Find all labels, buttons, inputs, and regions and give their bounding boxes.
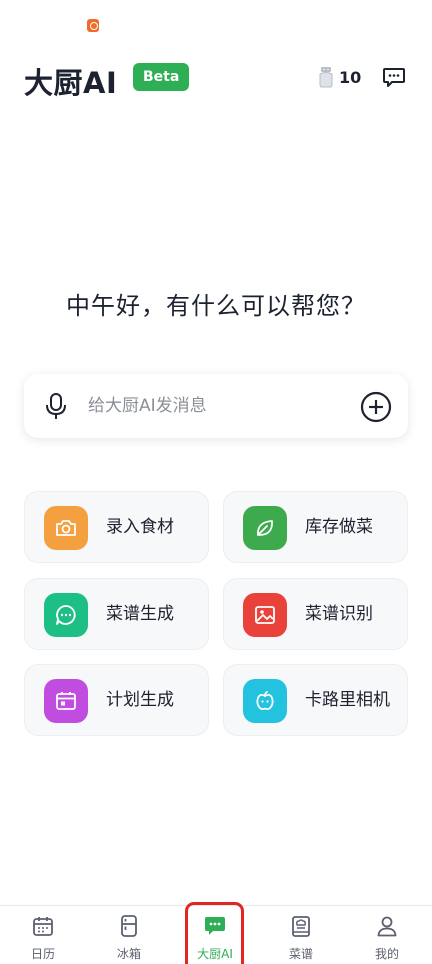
tab-fridge[interactable]: 冰箱 bbox=[86, 906, 172, 964]
tab-calendar[interactable]: 日历 bbox=[0, 906, 86, 964]
tab-label: 我的 bbox=[374, 947, 399, 961]
recipe-book-icon bbox=[292, 916, 310, 937]
salt-credit-button[interactable]: 10 bbox=[318, 64, 361, 90]
attach-button[interactable] bbox=[360, 391, 392, 423]
leaf-icon bbox=[243, 506, 287, 550]
profile-icon bbox=[377, 916, 397, 937]
image-icon bbox=[243, 593, 287, 637]
microphone-icon bbox=[46, 393, 66, 419]
chat-bubble-icon bbox=[44, 593, 88, 637]
salt-shaker-icon bbox=[319, 67, 333, 88]
feature-label: 计划生成 bbox=[106, 690, 174, 710]
active-tab-highlight bbox=[185, 902, 244, 964]
tab-label: 日历 bbox=[30, 947, 55, 961]
feature-cook-from-inventory[interactable]: 库存做菜 bbox=[223, 491, 408, 563]
messages-button[interactable] bbox=[382, 65, 406, 89]
message-input[interactable] bbox=[88, 392, 348, 420]
plus-circle-icon bbox=[360, 391, 392, 423]
feature-calorie-camera[interactable]: 卡路里相机 bbox=[223, 664, 408, 736]
tab-recipes[interactable]: 菜谱 bbox=[258, 906, 344, 964]
greeting-text: 中午好，有什么可以帮您？ bbox=[66, 292, 366, 320]
feature-label: 菜谱识别 bbox=[305, 604, 373, 624]
feature-generate-plan[interactable]: 计划生成 bbox=[24, 664, 209, 736]
feature-generate-recipe[interactable]: 菜谱生成 bbox=[24, 578, 209, 650]
feature-record-ingredients[interactable]: 录入食材 bbox=[24, 491, 209, 563]
calendar-plan-icon bbox=[44, 679, 88, 723]
salt-count: 10 bbox=[339, 67, 362, 87]
tab-profile[interactable]: 我的 bbox=[344, 906, 430, 964]
camera-icon bbox=[44, 506, 88, 550]
message-composer bbox=[24, 374, 408, 438]
calendar-icon bbox=[33, 917, 53, 936]
beta-badge: Beta bbox=[133, 63, 190, 91]
voice-input-button[interactable] bbox=[44, 392, 68, 420]
status-bar bbox=[0, 0, 432, 44]
notification-app-icon bbox=[87, 19, 99, 32]
message-bubble-icon bbox=[383, 68, 405, 87]
feature-label: 菜谱生成 bbox=[106, 604, 174, 624]
feature-label: 录入食材 bbox=[106, 517, 174, 537]
feature-recognize-recipe[interactable]: 菜谱识别 bbox=[223, 578, 408, 650]
header: 大厨AI Beta 10 bbox=[0, 52, 432, 108]
feature-label: 库存做菜 bbox=[305, 517, 373, 537]
apple-face-icon bbox=[243, 679, 287, 723]
app-title: 大厨AI bbox=[24, 66, 118, 100]
fridge-icon bbox=[121, 915, 137, 937]
feature-label: 卡路里相机 bbox=[305, 690, 390, 710]
